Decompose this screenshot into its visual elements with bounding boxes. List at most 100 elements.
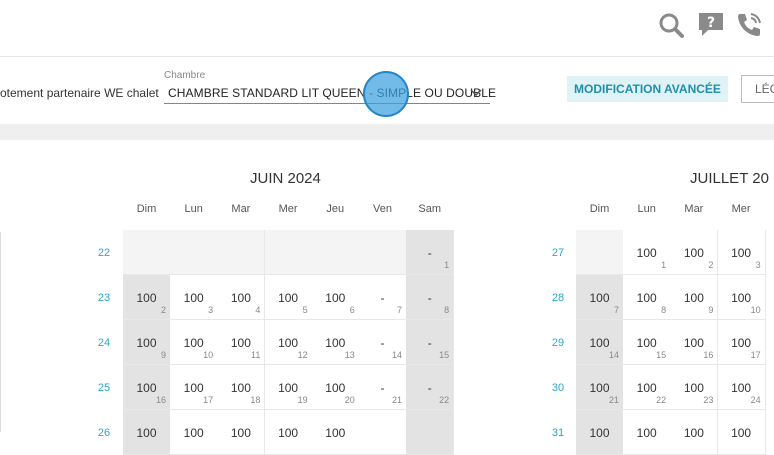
day-number: 15 (656, 350, 667, 360)
day-number: 5 (302, 305, 308, 315)
week-number: 30 (551, 382, 565, 394)
weekday-header: Mar (684, 203, 704, 215)
day-cell[interactable]: 100 (670, 410, 719, 455)
day-cell[interactable]: 100 24 (717, 365, 766, 410)
phone-icon[interactable] (734, 10, 764, 40)
day-price: 100 (183, 426, 204, 440)
day-cell[interactable]: -21 (359, 365, 407, 410)
day-price: 100 (325, 381, 346, 395)
day-cell[interactable]: 100 (311, 410, 360, 455)
day-number: 14 (608, 350, 619, 360)
day-price: 100 (230, 426, 251, 440)
day-cell[interactable]: 100 15 (623, 320, 672, 365)
day-cell[interactable]: 100 23 (670, 365, 719, 410)
day-number: 17 (203, 395, 214, 405)
day-number: 22 (656, 395, 667, 405)
weekday-header: Mer (731, 203, 751, 215)
day-cell[interactable]: 100 (576, 410, 624, 455)
day-cell[interactable]: 100 6 (311, 275, 360, 320)
day-number: 9 (160, 350, 166, 360)
day-cell[interactable]: -1 (406, 230, 455, 275)
day-number: 19 (297, 395, 308, 405)
day-price: - (380, 336, 385, 350)
day-cell[interactable]: 100 11 (217, 320, 266, 365)
day-cell[interactable]: 100 5 (264, 275, 313, 320)
top-bar: ? (0, 0, 774, 57)
day-cell[interactable]: 100 13 (311, 320, 360, 365)
day-price: 100 (683, 426, 704, 440)
day-cell[interactable]: 100 8 (623, 275, 672, 320)
day-cell[interactable]: -22 (406, 365, 455, 410)
day-cell[interactable]: 100 17 (170, 365, 219, 410)
day-cell[interactable]: 100 (623, 410, 672, 455)
day-cell[interactable]: 100 3 (170, 275, 219, 320)
day-cell[interactable]: 100 9 (123, 320, 171, 365)
day-price: 100 (636, 336, 657, 350)
day-cell[interactable]: 100 17 (717, 320, 766, 365)
day-cell[interactable]: 100 21 (576, 365, 624, 410)
day-cell[interactable]: 100 3 (717, 230, 766, 275)
day-cell[interactable]: 100 4 (217, 275, 266, 320)
day-number: 22 (439, 395, 450, 405)
day-number: 2 (160, 305, 166, 315)
day-cell[interactable] (406, 410, 455, 455)
day-number: 1 (444, 260, 450, 270)
day-number: 9 (708, 305, 714, 315)
accommodation-label: otement partenaire WE chalet (0, 86, 159, 100)
day-cell[interactable]: 100 16 (123, 365, 171, 410)
day-cell[interactable]: 100 (717, 410, 766, 455)
day-number: 13 (344, 350, 355, 360)
day-price: 100 (683, 246, 704, 260)
day-price: 100 (731, 246, 752, 260)
day-price: 100 (636, 381, 657, 395)
day-cell[interactable]: 100 (170, 410, 219, 455)
day-number: 6 (349, 305, 355, 315)
empty-day-cell (264, 230, 313, 275)
room-field-label: Chambre (164, 70, 206, 81)
day-cell[interactable]: 100 18 (217, 365, 266, 410)
weekday-header: Dim (136, 203, 157, 215)
day-number: 16 (703, 350, 714, 360)
day-cell[interactable]: 100 20 (311, 365, 360, 410)
day-price: 100 (183, 381, 204, 395)
help-icon[interactable]: ? (696, 10, 726, 40)
day-cell[interactable]: 100 10 (170, 320, 219, 365)
day-number: 1 (661, 260, 667, 270)
day-number: 8 (661, 305, 667, 315)
day-price: 100 (183, 336, 204, 350)
day-cell[interactable]: 100 1 (623, 230, 672, 275)
day-cell[interactable]: 100 19 (264, 365, 313, 410)
day-cell[interactable] (359, 410, 407, 455)
week-number: 28 (551, 292, 565, 304)
weekday-header: Lun (637, 203, 656, 215)
weekday-header: Mer (278, 203, 298, 215)
day-cell[interactable]: 100 10 (717, 275, 766, 320)
day-cell[interactable]: 100 14 (576, 320, 624, 365)
day-cell[interactable]: 100 22 (623, 365, 672, 410)
day-cell[interactable]: 100 12 (264, 320, 313, 365)
day-cell[interactable]: -14 (359, 320, 407, 365)
section-divider (0, 124, 774, 140)
day-price: 100 (589, 381, 610, 395)
day-cell[interactable]: 100 2 (123, 275, 171, 320)
day-cell[interactable]: 100 (264, 410, 313, 455)
room-select[interactable]: CHAMBRE STANDARD LIT QUEEN - SIMPLE OU D… (164, 82, 496, 104)
day-cell[interactable]: -15 (406, 320, 455, 365)
day-price: 100 (589, 336, 610, 350)
day-cell[interactable]: 100 (217, 410, 266, 455)
empty-day-cell (123, 230, 171, 275)
day-cell[interactable]: -7 (359, 275, 407, 320)
legend-button[interactable]: LÉG (741, 75, 774, 103)
day-cell[interactable]: 100 (123, 410, 171, 455)
month-title: JUILLET 20 (690, 170, 769, 187)
advanced-edit-button[interactable]: MODIFICATION AVANCÉE (567, 76, 728, 102)
day-cell[interactable]: 100 2 (670, 230, 719, 275)
search-icon[interactable] (656, 10, 686, 40)
day-cell[interactable]: 100 16 (670, 320, 719, 365)
day-cell[interactable]: 100 7 (576, 275, 624, 320)
day-cell[interactable]: 100 9 (670, 275, 719, 320)
day-price: 100 (683, 291, 704, 305)
day-cell[interactable]: -8 (406, 275, 455, 320)
weekday-header: Lun (184, 203, 203, 215)
week-number: 23 (97, 292, 111, 304)
